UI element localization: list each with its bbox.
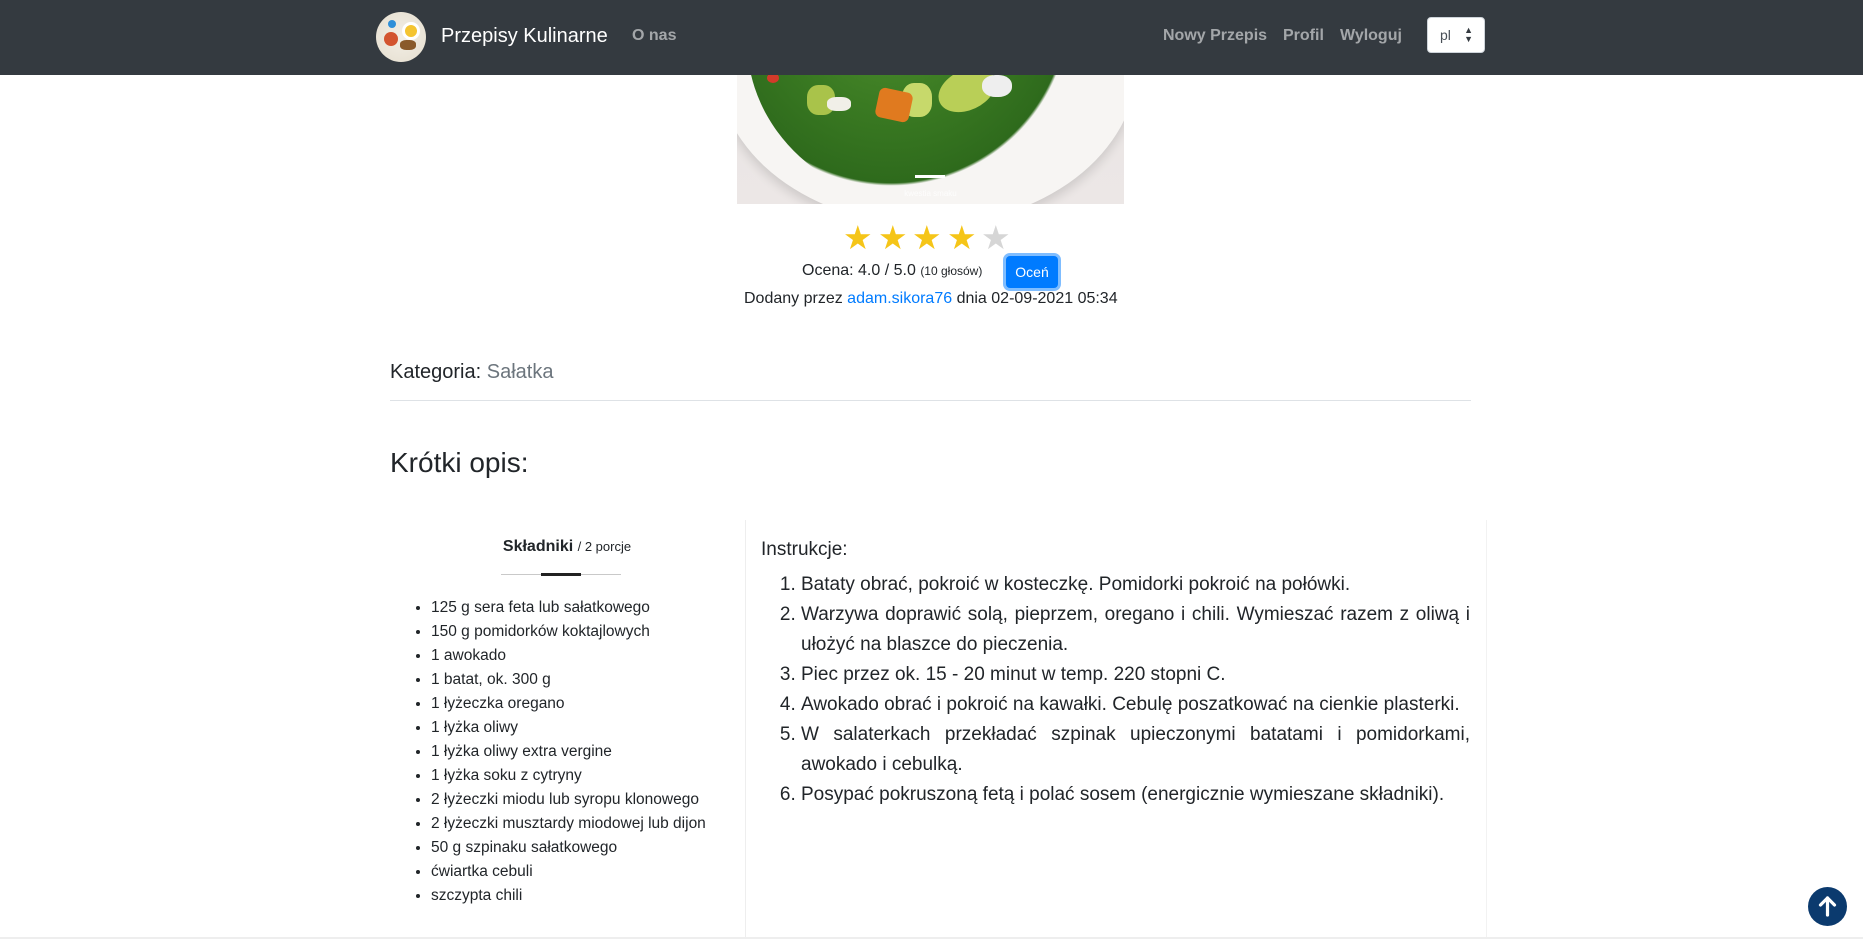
list-item: 2 łyżeczki musztardy miodowej lub dijon [431, 812, 706, 836]
ingredients-underline-accent [541, 573, 581, 576]
added-by-prefix: Dodany przez [744, 290, 843, 307]
star-icon[interactable]: ★ [843, 220, 873, 256]
instruction-step: Bataty obrać, pokroić w kosteczkę. Pomid… [801, 570, 1470, 600]
nav-new-recipe-link[interactable]: Nowy Przepis [1163, 27, 1267, 45]
recipe-image: kwestia smaku [737, 75, 1124, 204]
ingredients-heading: Składniki / 2 porcje [390, 538, 744, 556]
added-date: dnia 02-09-2021 05:34 [956, 290, 1118, 307]
arrow-up-icon [1818, 896, 1837, 917]
scroll-to-top-button[interactable] [1808, 887, 1847, 926]
nav-profile-link[interactable]: Profil [1283, 27, 1324, 45]
list-item: 1 awokado [431, 644, 706, 668]
ingredients-title: Składniki [502, 538, 574, 555]
card-border [1486, 520, 1487, 939]
column-separator [745, 520, 746, 939]
list-item: szczypta chili [431, 884, 706, 908]
list-item: 1 łyżka oliwy [431, 716, 706, 740]
ingredients-portions: / 2 porcje [577, 539, 632, 554]
image-watermark: kwestia smaku [904, 189, 957, 198]
ingredients-list: 125 g sera feta lub sałatkowego 150 g po… [413, 596, 706, 908]
list-item: 1 batat, ok. 300 g [431, 668, 706, 692]
instructions-title: Instrukcje: [761, 539, 848, 560]
list-item: 125 g sera feta lub sałatkowego [431, 596, 706, 620]
category-value[interactable]: Sałatka [487, 361, 554, 383]
star-icon[interactable]: ★ [981, 220, 1011, 256]
list-item: 2 łyżeczki miodu lub syropu klonowego [431, 788, 706, 812]
star-icon[interactable]: ★ [947, 220, 977, 256]
short-description-heading: Krótki opis: [390, 447, 529, 478]
brand-link[interactable]: Przepisy Kulinarne [441, 25, 608, 48]
author-link[interactable]: adam.sikora76 [847, 290, 952, 307]
category-label: Kategoria: [390, 361, 482, 383]
added-by: Dodany przez adam.sikora76 dnia 02-09-20… [744, 290, 1118, 308]
food-logo-icon[interactable] [376, 12, 426, 62]
category: Kategoria: Sałatka [390, 361, 553, 384]
divider [390, 400, 1471, 401]
rating-votes: (10 głosów) [920, 264, 983, 278]
instruction-step: Awokado obrać i pokroić na kawałki. Cebu… [801, 690, 1470, 720]
select-arrows-icon: ▲ ▼ [1464, 25, 1473, 44]
list-item: 1 łyżka soku z cytryny [431, 764, 706, 788]
star-rating[interactable]: ★ ★ ★ ★ ★ [843, 220, 1013, 256]
list-item: 1 łyżeczka oregano [431, 692, 706, 716]
instruction-step: Piec przez ok. 15 - 20 minut w temp. 220… [801, 660, 1470, 690]
star-icon[interactable]: ★ [912, 220, 942, 256]
rate-button[interactable]: Oceń [1006, 256, 1058, 288]
instruction-step: Posypać pokruszoną fetą i polać sosem (e… [801, 780, 1470, 810]
nav-logout-link[interactable]: Wyloguj [1340, 27, 1402, 45]
instruction-step: Warzywa doprawić solą, pieprzem, oregano… [801, 600, 1470, 660]
rating-score: Ocena: 4.0 / 5.0 [802, 262, 916, 279]
list-item: 150 g pomidorków koktajlowych [431, 620, 706, 644]
instruction-step: W salaterkach przekładać szpinak upieczo… [801, 720, 1470, 780]
language-select[interactable]: pl ▲ ▼ [1427, 17, 1485, 53]
list-item: 50 g szpinaku sałatkowego [431, 836, 706, 860]
carousel-indicator[interactable] [915, 175, 945, 178]
instructions-list: Bataty obrać, pokroić w kosteczkę. Pomid… [761, 570, 1470, 810]
list-item: ćwiartka cebuli [431, 860, 706, 884]
navbar: Przepisy Kulinarne O nas Nowy Przepis Pr… [0, 0, 1863, 75]
language-select-value: pl [1440, 27, 1451, 43]
list-item: 1 łyżka oliwy extra vergine [431, 740, 706, 764]
nav-about-link[interactable]: O nas [632, 27, 676, 45]
star-icon[interactable]: ★ [878, 220, 908, 256]
rating-summary: Ocena: 4.0 / 5.0 (10 głosów) [802, 262, 982, 280]
